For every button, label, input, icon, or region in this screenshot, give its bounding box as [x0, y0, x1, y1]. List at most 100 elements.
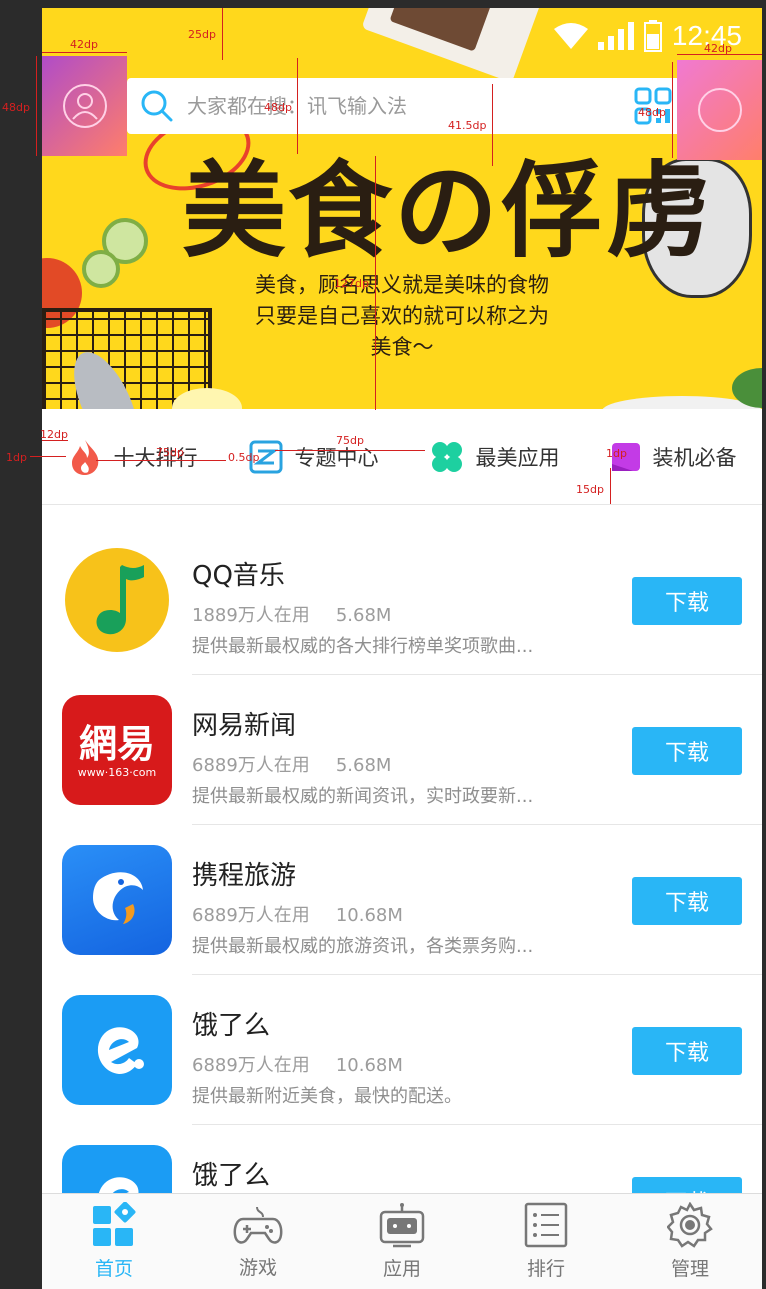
- shortcut-essentials[interactable]: 装机必备: [611, 442, 737, 472]
- measure-line: [610, 468, 611, 504]
- app-users: 6889万人在用: [192, 1055, 310, 1076]
- shortcut-bar: 十大排行 专题中心 最美应用 装机必备: [42, 409, 762, 505]
- measure-line: [375, 156, 376, 410]
- app-name: 携程旅游: [192, 861, 297, 891]
- profile-button[interactable]: [42, 56, 127, 156]
- shortcut-label: 装机必备: [652, 445, 737, 470]
- list-item[interactable]: QQ音乐 1889万人在用 5.68M 提供最新最权威的各大排行榜单奖项歌曲...…: [42, 505, 762, 675]
- eleme-icon: [62, 995, 172, 1105]
- app-size: 5.68M: [335, 605, 392, 626]
- topic-icon: [249, 440, 282, 473]
- measure-line: [297, 58, 298, 154]
- user-icon: [62, 84, 107, 128]
- wifi-icon: [553, 23, 588, 49]
- nav-label: 首页: [94, 1258, 133, 1280]
- measure-line: [42, 52, 127, 53]
- app-screen: 美食の俘虏 美食，顾名思义就是美味的食物 只要是自己喜欢的就可以称之为 美食～ …: [42, 8, 762, 1289]
- nav-manage[interactable]: 管理: [618, 1194, 762, 1289]
- measure-line: [492, 84, 493, 166]
- app-users: 1889万人在用: [192, 605, 310, 626]
- app-meta: 1889万人在用 5.68M: [192, 601, 417, 627]
- shortcut-label: 最美应用: [475, 445, 560, 470]
- shortcut-top-ranking[interactable]: 十大排行: [68, 438, 198, 476]
- netease-logo-text: 網易: [78, 721, 155, 766]
- measure-line: [96, 460, 226, 461]
- nav-label: 管理: [670, 1258, 709, 1280]
- measure-line: [275, 450, 425, 451]
- measure-line: [36, 56, 37, 156]
- measure-label: 48dp: [2, 101, 30, 114]
- measure-label: 1dp: [6, 451, 27, 464]
- app-name: QQ音乐: [192, 561, 285, 591]
- ctrip-icon: [62, 845, 172, 955]
- gamepad-icon: [233, 1206, 283, 1244]
- bottom-navigation: 首页 游戏 应用 排行 管理: [42, 1193, 762, 1289]
- banner-desc-line: 只要是自己喜欢的就可以称之为: [255, 304, 549, 328]
- nav-ranking[interactable]: 排行: [474, 1194, 618, 1289]
- qr-code-icon: [634, 87, 672, 125]
- app-size: 10.68M: [335, 905, 403, 926]
- banner-title: 美食の俘虏: [182, 150, 713, 272]
- clover-icon: [431, 441, 462, 472]
- shortcut-label: 专题中心: [294, 445, 379, 470]
- download-button[interactable]: 下载: [632, 877, 742, 925]
- measure-line: [42, 440, 68, 441]
- banner-desc-line: 美食，顾名思义就是美味的食物: [255, 273, 549, 297]
- netease-logo-url: www·163·com: [77, 765, 157, 779]
- home-icon: [93, 1202, 136, 1246]
- nav-label: 应用: [382, 1258, 421, 1280]
- app-meta: 6889万人在用 10.68M: [192, 1051, 429, 1077]
- list-item[interactable]: 網易 www·163·com 网易新闻 6889万人在用 5.68M 提供最新最权…: [42, 655, 762, 825]
- app-users: 6889万人在用: [192, 755, 310, 776]
- nav-apps[interactable]: 应用: [330, 1194, 474, 1289]
- download-button[interactable]: 下载: [632, 1027, 742, 1075]
- shortcut-best-apps[interactable]: 最美应用: [430, 440, 560, 474]
- qq-music-icon: [62, 545, 172, 655]
- status-bar: 12:45: [553, 16, 742, 56]
- search-icon: [141, 90, 173, 122]
- download-button[interactable]: 下载: [632, 1177, 742, 1193]
- download-button[interactable]: 下载: [632, 727, 742, 775]
- shortcut-topic-center[interactable]: 专题中心: [249, 440, 379, 474]
- nav-label: 排行: [526, 1258, 565, 1280]
- app-list: QQ音乐 1889万人在用 5.68M 提供最新最权威的各大排行榜单奖项歌曲...…: [42, 505, 762, 1193]
- banner-description: 美食，顾名思义就是美味的食物 只要是自己喜欢的就可以称之为 美食～: [192, 270, 612, 363]
- app-size: 5.68M: [335, 755, 392, 776]
- nav-home[interactable]: 首页: [42, 1194, 186, 1289]
- essentials-icon: [611, 442, 640, 471]
- measure-line: [677, 54, 762, 55]
- clock: 12:45: [671, 20, 742, 51]
- shortcut-label: 十大排行: [113, 445, 198, 470]
- qr-scan-button[interactable]: [629, 82, 677, 130]
- search-input[interactable]: [187, 94, 629, 118]
- list-item[interactable]: 饿了么 下载: [42, 1105, 762, 1193]
- list-item[interactable]: 携程旅游 6889万人在用 10.68M 提供最新最权威的旅游资讯，各类票务购..…: [42, 805, 762, 975]
- nav-label: 游戏: [238, 1257, 277, 1279]
- cucumber-decoration: [82, 250, 120, 288]
- netease-news-icon: 網易 www·163·com: [62, 695, 172, 805]
- app-users: 6889万人在用: [192, 905, 310, 926]
- nav-games[interactable]: 游戏: [186, 1194, 330, 1289]
- app-name: 饿了么: [192, 1161, 271, 1191]
- message-icon: [697, 88, 742, 132]
- robot-icon: [379, 1203, 425, 1248]
- measure-line: [30, 456, 66, 457]
- flame-icon: [71, 439, 98, 475]
- ranking-icon: [524, 1202, 568, 1248]
- food-banner[interactable]: 美食の俘虏 美食，顾名思义就是美味的食物 只要是自己喜欢的就可以称之为 美食～ …: [42, 8, 762, 409]
- battery-icon: [643, 20, 662, 52]
- app-name: 网易新闻: [192, 711, 297, 741]
- banner-desc-line: 美食～: [370, 335, 434, 359]
- eleme-icon: [62, 1145, 172, 1193]
- app-meta: 6889万人在用 5.68M: [192, 751, 417, 777]
- app-meta: 6889万人在用 10.68M: [192, 901, 429, 927]
- app-size: 10.68M: [335, 1055, 403, 1076]
- download-button[interactable]: 下载: [632, 577, 742, 625]
- app-name: 饿了么: [192, 1011, 271, 1041]
- measure-line: [222, 8, 223, 60]
- message-button[interactable]: [677, 60, 762, 160]
- signal-icon: [597, 22, 634, 50]
- gear-icon: [667, 1202, 713, 1248]
- search-bar[interactable]: [127, 78, 717, 134]
- list-item[interactable]: 饿了么 6889万人在用 10.68M 提供最新附近美食，最快的配送。 下载: [42, 955, 762, 1125]
